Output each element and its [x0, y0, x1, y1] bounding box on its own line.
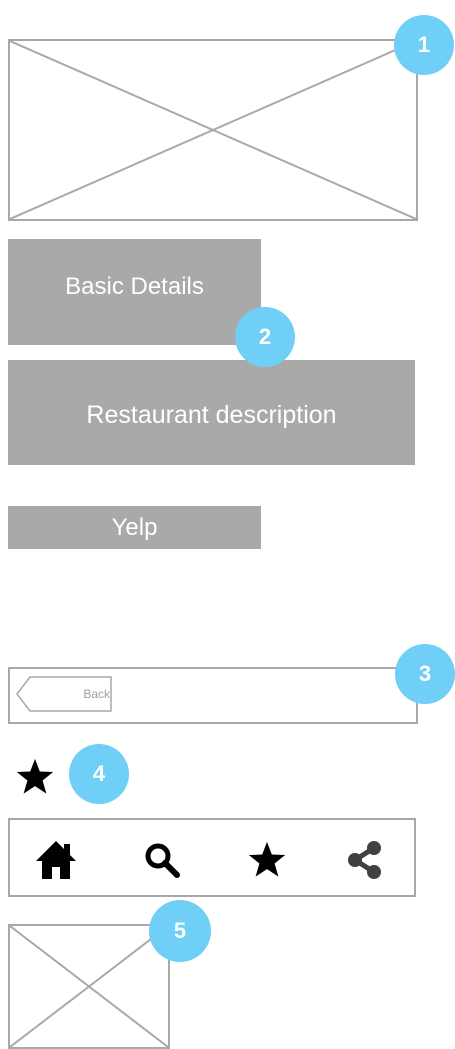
restaurant-description-label: Restaurant description	[86, 401, 337, 429]
image-cross	[10, 41, 416, 219]
share-icon[interactable]	[343, 838, 387, 882]
callout-badge-2: 2	[235, 307, 295, 367]
star-icon[interactable]	[245, 838, 289, 882]
thumbnail-image-placeholder	[8, 924, 170, 1049]
tab-bar	[8, 818, 416, 897]
back-button-label: Back	[83, 687, 110, 701]
callout-badge-4: 4	[69, 744, 129, 804]
home-icon[interactable]	[34, 838, 78, 882]
restaurant-description-block[interactable]: Restaurant description	[8, 360, 415, 465]
hero-image-placeholder	[8, 39, 418, 221]
back-button[interactable]: Back	[16, 676, 113, 712]
callout-badge-5: 5	[149, 900, 211, 962]
search-icon[interactable]	[140, 838, 184, 882]
callout-badge-3: 3	[395, 644, 455, 704]
yelp-button[interactable]: Yelp	[8, 506, 261, 549]
callout-badge-1: 1	[394, 15, 454, 75]
favorite-star-icon[interactable]	[15, 758, 55, 796]
yelp-label: Yelp	[111, 513, 158, 541]
basic-details-label: Basic Details	[65, 273, 204, 300]
basic-details-block[interactable]: Basic Details	[8, 239, 261, 345]
thumbnail-cross	[10, 926, 168, 1047]
navigation-bar: Back	[8, 667, 418, 724]
